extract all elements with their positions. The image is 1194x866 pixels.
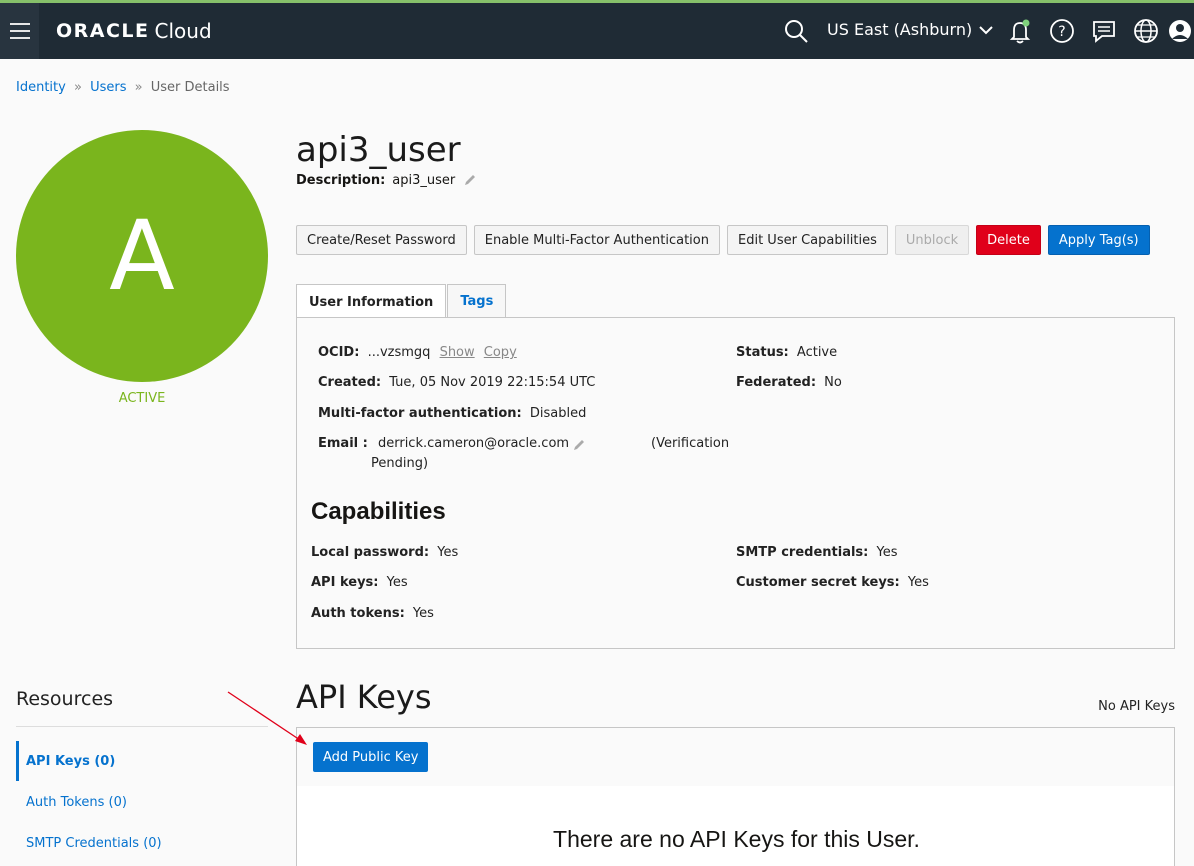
breadcrumb-identity[interactable]: Identity bbox=[16, 80, 66, 95]
breadcrumb-users[interactable]: Users bbox=[90, 80, 126, 95]
avatar-status-label: ACTIVE bbox=[118, 391, 166, 406]
api-keys-toolbar: Add Public Key bbox=[296, 727, 1175, 787]
delete-button[interactable]: Delete bbox=[976, 225, 1041, 255]
globe-icon[interactable] bbox=[1132, 17, 1160, 45]
description-value: api3_user bbox=[392, 172, 456, 188]
apply-tags-button[interactable]: Apply Tag(s) bbox=[1047, 225, 1150, 255]
create-reset-password-button[interactable]: Create/Reset Password bbox=[296, 225, 467, 255]
tab-user-information[interactable]: User Information bbox=[296, 284, 447, 319]
edit-user-capabilities-button[interactable]: Edit User Capabilities bbox=[727, 225, 888, 255]
region-selector[interactable]: US East (Ashburn) bbox=[827, 20, 994, 39]
resource-auth-tokens[interactable]: Auth Tokens (0) bbox=[16, 782, 127, 822]
capabilities-heading: Capabilities bbox=[311, 498, 446, 525]
profile-icon[interactable] bbox=[1166, 17, 1194, 45]
user-avatar: A bbox=[16, 130, 268, 382]
bell-icon[interactable] bbox=[1006, 17, 1034, 45]
mfa-value: Disabled bbox=[529, 406, 587, 421]
brand-sub: Cloud bbox=[154, 19, 212, 43]
api-keys-count: No API Keys bbox=[1098, 699, 1175, 714]
status-value: Active bbox=[796, 345, 838, 360]
federated-row: Federated: No bbox=[736, 375, 842, 390]
help-icon[interactable]: ? bbox=[1048, 17, 1076, 45]
chat-icon[interactable] bbox=[1090, 17, 1118, 45]
action-buttons: Create/Reset Password Enable Multi-Facto… bbox=[296, 225, 1150, 255]
email-value: derrick.cameron@oracle.com bbox=[377, 436, 570, 451]
description-label: Description: bbox=[296, 172, 386, 188]
ocid-row: OCID: ...vzsmgq Show Copy bbox=[318, 345, 517, 360]
enable-mfa-button[interactable]: Enable Multi-Factor Authentication bbox=[473, 225, 720, 255]
created-value: Tue, 05 Nov 2019 22:15:54 UTC bbox=[389, 375, 596, 390]
resource-api-keys[interactable]: API Keys (0) bbox=[16, 741, 115, 781]
user-information-panel: OCID: ...vzsmgq Show Copy Status: Active… bbox=[296, 317, 1175, 649]
oracle-cloud-logo[interactable]: ORACLE Cloud bbox=[56, 18, 212, 44]
annotation-arrow-icon bbox=[227, 691, 307, 745]
add-public-key-button[interactable]: Add Public Key bbox=[313, 742, 429, 772]
tab-tags[interactable]: Tags bbox=[447, 284, 507, 318]
api-keys-capability-row: API keys: Yes bbox=[311, 575, 408, 590]
customer-secret-keys-row: Customer secret keys: Yes bbox=[736, 575, 929, 590]
avatar-initial: A bbox=[109, 200, 175, 312]
verification-text-2: Pending) bbox=[371, 456, 429, 471]
chevron-down-icon bbox=[979, 25, 993, 34]
hamburger-menu-button[interactable] bbox=[0, 3, 39, 59]
search-icon[interactable] bbox=[782, 17, 810, 45]
local-password-row: Local password: Yes bbox=[311, 545, 459, 560]
svg-text:?: ? bbox=[1058, 24, 1065, 40]
details-tabs: User Information Tags bbox=[296, 284, 507, 319]
description-row: Description: api3_user bbox=[296, 172, 478, 188]
edit-email-pencil-icon[interactable] bbox=[571, 437, 587, 453]
email-row: Email : derrick.cameron@oracle.com bbox=[318, 436, 570, 451]
federated-value: No bbox=[824, 375, 842, 390]
api-keys-empty-message: There are no API Keys for this User. bbox=[553, 826, 920, 852]
ocid-show-link[interactable]: Show bbox=[440, 345, 475, 360]
ocid-value: ...vzsmgq bbox=[367, 345, 431, 360]
brand-main: ORACLE bbox=[56, 20, 150, 42]
breadcrumb: Identity » Users » User Details bbox=[16, 80, 230, 95]
top-header: ORACLE Cloud US East (Ashburn) ? bbox=[0, 3, 1194, 59]
ocid-copy-link[interactable]: Copy bbox=[484, 345, 517, 360]
api-keys-heading: API Keys bbox=[296, 678, 432, 716]
api-keys-list: There are no API Keys for this User. bbox=[296, 786, 1175, 866]
edit-description-pencil-icon[interactable] bbox=[462, 172, 478, 188]
resource-smtp-credentials[interactable]: SMTP Credentials (0) bbox=[16, 823, 162, 863]
region-label: US East (Ashburn) bbox=[827, 20, 973, 39]
resources-title: Resources bbox=[16, 688, 114, 710]
created-row: Created: Tue, 05 Nov 2019 22:15:54 UTC bbox=[318, 375, 596, 390]
status-row: Status: Active bbox=[736, 345, 838, 360]
breadcrumb-current: User Details bbox=[150, 80, 230, 95]
page-title: api3_user bbox=[296, 130, 461, 170]
mfa-row: Multi-factor authentication: Disabled bbox=[318, 406, 587, 421]
auth-tokens-capability-row: Auth tokens: Yes bbox=[311, 606, 434, 621]
unblock-button[interactable]: Unblock bbox=[894, 225, 970, 255]
smtp-credentials-row: SMTP credentials: Yes bbox=[736, 545, 898, 560]
hamburger-menu-icon bbox=[9, 23, 30, 25]
verification-text-1: (Verification bbox=[651, 436, 730, 451]
